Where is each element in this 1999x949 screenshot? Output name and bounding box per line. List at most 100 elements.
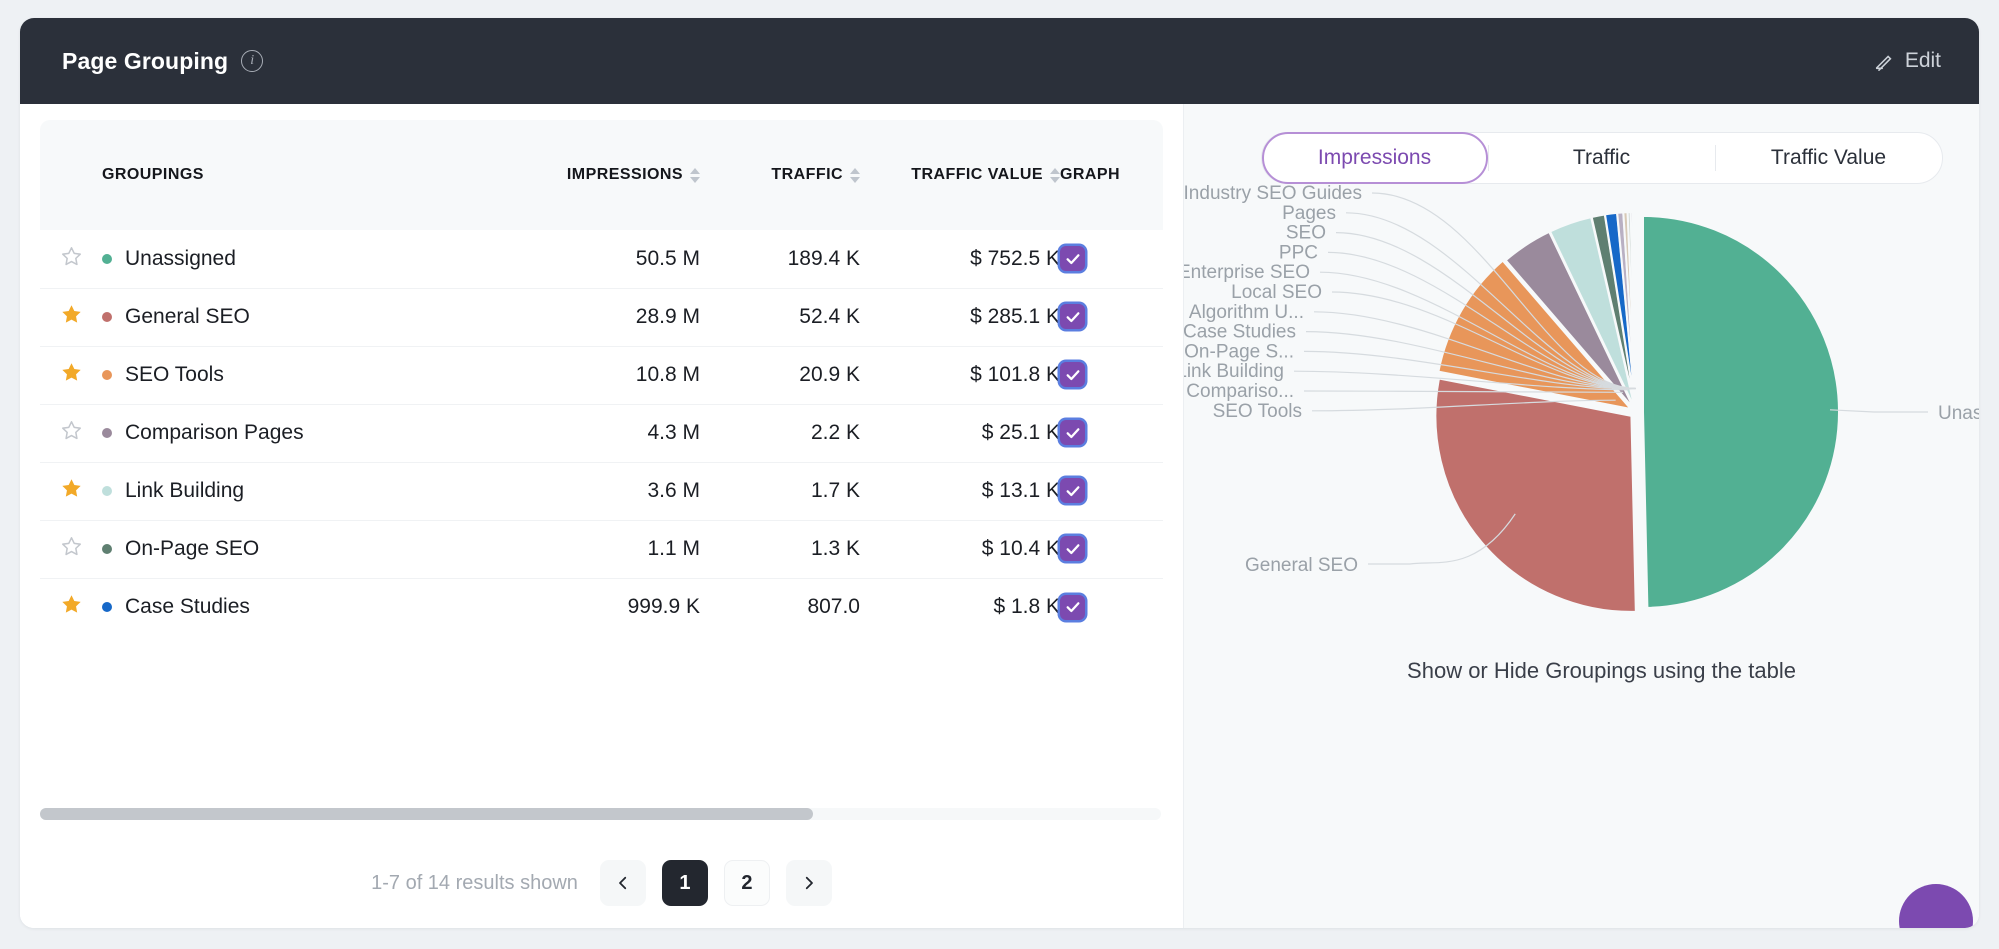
- table-row[interactable]: Case Studies 999.9 K 807.0 $ 1.8 K: [40, 578, 1163, 636]
- graph-visibility-checkbox[interactable]: [1060, 594, 1085, 620]
- graph-visibility-checkbox[interactable]: [1060, 362, 1085, 388]
- table-row[interactable]: General SEO 28.9 M 52.4 K $ 285.1 K: [40, 288, 1163, 346]
- row-traffic-cell: 20.9 K: [799, 363, 860, 386]
- col-header-impressions[interactable]: IMPRESSIONS: [474, 120, 700, 230]
- sort-traffic-icon[interactable]: [850, 167, 860, 183]
- col-header-traffic-value-label: TRAFFIC VALUE: [911, 166, 1043, 183]
- table-row[interactable]: Unassigned 50.5 M 189.4 K $ 752.5 K: [40, 230, 1163, 288]
- row-graph-cell: [1060, 578, 1163, 636]
- graph-visibility-checkbox[interactable]: [1060, 478, 1085, 504]
- pie-chart-area: Unassigned General SEO Industry SEO Guides…: [1184, 184, 1979, 654]
- row-traffic-cell: 807.0: [807, 595, 860, 619]
- grouping-name: Case Studies: [125, 595, 250, 619]
- tab-impressions[interactable]: Impressions: [1261, 132, 1488, 184]
- card-body: GROUPINGS IMPRESSIONS TRAFFIC TRAFFIC VA…: [20, 104, 1979, 928]
- row-traffic-value-cell: $ 25.1 K: [981, 421, 1060, 444]
- table-head: GROUPINGS IMPRESSIONS TRAFFIC TRAFFIC VA…: [40, 120, 1163, 230]
- table-row[interactable]: Link Building 3.6 M 1.7 K $ 13.1 K: [40, 462, 1163, 520]
- pencil-icon: [1873, 50, 1895, 72]
- pie-slice[interactable]: [1634, 210, 1637, 409]
- row-impressions-cell: 4.3 M: [647, 421, 700, 444]
- graph-visibility-checkbox[interactable]: [1060, 246, 1085, 271]
- table-header-row: GROUPINGS IMPRESSIONS TRAFFIC TRAFFIC VA…: [40, 120, 1163, 230]
- pie-slice[interactable]: [1434, 377, 1637, 613]
- card-title-group: Page Grouping i: [62, 47, 264, 75]
- results-count-label: 1-7 of 14 results shown: [371, 871, 578, 894]
- star-outline-icon[interactable]: [60, 419, 83, 442]
- pie-slice-label: General SEO: [1245, 555, 1358, 576]
- graph-visibility-checkbox[interactable]: [1060, 536, 1085, 562]
- chart-region: Impressions Traffic Traffic Value Unassi…: [1184, 104, 1979, 928]
- table-body: Unassigned 50.5 M 189.4 K $ 752.5 K General …: [40, 230, 1163, 636]
- table-scroll-container[interactable]: GROUPINGS IMPRESSIONS TRAFFIC TRAFFIC VA…: [40, 120, 1163, 636]
- row-traffic-cell: 52.4 K: [799, 305, 860, 328]
- table-row[interactable]: On-Page SEO 1.1 M 1.3 K $ 10.4 K: [40, 520, 1163, 578]
- pagination-page-2[interactable]: 2: [723, 860, 770, 906]
- tab-traffic-value[interactable]: Traffic Value: [1716, 132, 1942, 184]
- pie-slice[interactable]: [1642, 214, 1840, 609]
- col-header-traffic-value[interactable]: TRAFFIC VALUE: [860, 120, 1060, 230]
- row-traffic-value-cell: $ 10.4 K: [981, 537, 1060, 560]
- page-title: Page Grouping: [62, 47, 229, 74]
- row-grouping-cell: Case Studies: [102, 578, 474, 636]
- row-impressions-cell: 50.5 M: [635, 246, 700, 270]
- groupings-table: GROUPINGS IMPRESSIONS TRAFFIC TRAFFIC VA…: [40, 120, 1163, 636]
- sort-traffic-value-icon[interactable]: [1050, 167, 1060, 183]
- row-graph-cell: [1060, 346, 1163, 404]
- row-graph-cell: [1060, 520, 1163, 578]
- row-traffic-value-cell: $ 1.8 K: [993, 595, 1060, 619]
- pagination-next-button[interactable]: [785, 860, 832, 906]
- row-impressions-cell: 28.9 M: [635, 305, 700, 328]
- row-grouping-cell: General SEO: [102, 288, 474, 346]
- star-filled-icon[interactable]: [60, 593, 83, 616]
- star-outline-icon[interactable]: [60, 535, 83, 558]
- row-impressions-cell: 3.6 M: [647, 479, 700, 502]
- pagination-page-1[interactable]: 1: [661, 860, 708, 906]
- pie-chart-svg: Unassigned General SEO Industry SEO Guides…: [1184, 184, 1979, 613]
- row-traffic-value-cell: $ 285.1 K: [970, 305, 1060, 328]
- grouping-name: Comparison Pages: [125, 421, 304, 444]
- row-graph-cell: [1060, 230, 1163, 288]
- pie-slice-label: Unassigned: [1938, 403, 1979, 424]
- horizontal-scrollbar-thumb[interactable]: [40, 808, 814, 820]
- table-region: GROUPINGS IMPRESSIONS TRAFFIC TRAFFIC VA…: [20, 104, 1184, 928]
- graph-visibility-checkbox[interactable]: [1060, 420, 1085, 446]
- row-star-cell: [40, 578, 102, 636]
- pagination-prev-button[interactable]: [599, 860, 646, 906]
- table-row[interactable]: Comparison Pages 4.3 M 2.2 K $ 25.1 K: [40, 404, 1163, 462]
- tab-traffic[interactable]: Traffic: [1489, 132, 1715, 184]
- row-grouping-cell: On-Page SEO: [102, 520, 474, 578]
- table-row[interactable]: SEO Tools 10.8 M 20.9 K $ 101.8 K: [40, 346, 1163, 404]
- row-traffic-value-cell: $ 13.1 K: [981, 479, 1060, 502]
- horizontal-scrollbar[interactable]: [40, 808, 1161, 820]
- chevron-right-icon: [800, 874, 818, 892]
- star-outline-icon[interactable]: [60, 245, 83, 268]
- grouping-color-dot: [102, 602, 112, 613]
- row-traffic-cell: 189.4 K: [787, 246, 860, 270]
- edit-label: Edit: [1904, 49, 1941, 72]
- pie-slice-label: On-Page S...: [1184, 341, 1294, 362]
- row-impressions-cell: 10.8 M: [635, 363, 700, 386]
- graph-visibility-checkbox[interactable]: [1060, 304, 1085, 330]
- row-grouping-cell: Comparison Pages: [102, 404, 474, 462]
- col-header-star: [40, 120, 102, 230]
- row-star-cell: [40, 346, 102, 404]
- info-icon[interactable]: i: [241, 50, 264, 72]
- col-header-traffic-label: TRAFFIC: [771, 166, 843, 183]
- edit-button[interactable]: Edit: [1873, 49, 1941, 73]
- grouping-name: Unassigned: [125, 246, 236, 270]
- row-impressions-cell: 1.1 M: [647, 537, 700, 560]
- col-header-traffic[interactable]: TRAFFIC: [700, 120, 860, 230]
- sort-impressions-icon[interactable]: [690, 167, 700, 183]
- grouping-name: General SEO: [125, 305, 250, 328]
- grouping-color-dot: [102, 370, 112, 380]
- row-traffic-cell: 1.7 K: [810, 479, 860, 502]
- row-graph-cell: [1060, 404, 1163, 462]
- help-fab-button[interactable]: [1899, 884, 1973, 928]
- grouping-color-dot: [102, 544, 112, 554]
- star-filled-icon[interactable]: [60, 303, 83, 326]
- row-grouping-cell: Link Building: [102, 462, 474, 520]
- star-filled-icon[interactable]: [60, 361, 83, 384]
- row-star-cell: [40, 230, 102, 288]
- star-filled-icon[interactable]: [60, 477, 83, 500]
